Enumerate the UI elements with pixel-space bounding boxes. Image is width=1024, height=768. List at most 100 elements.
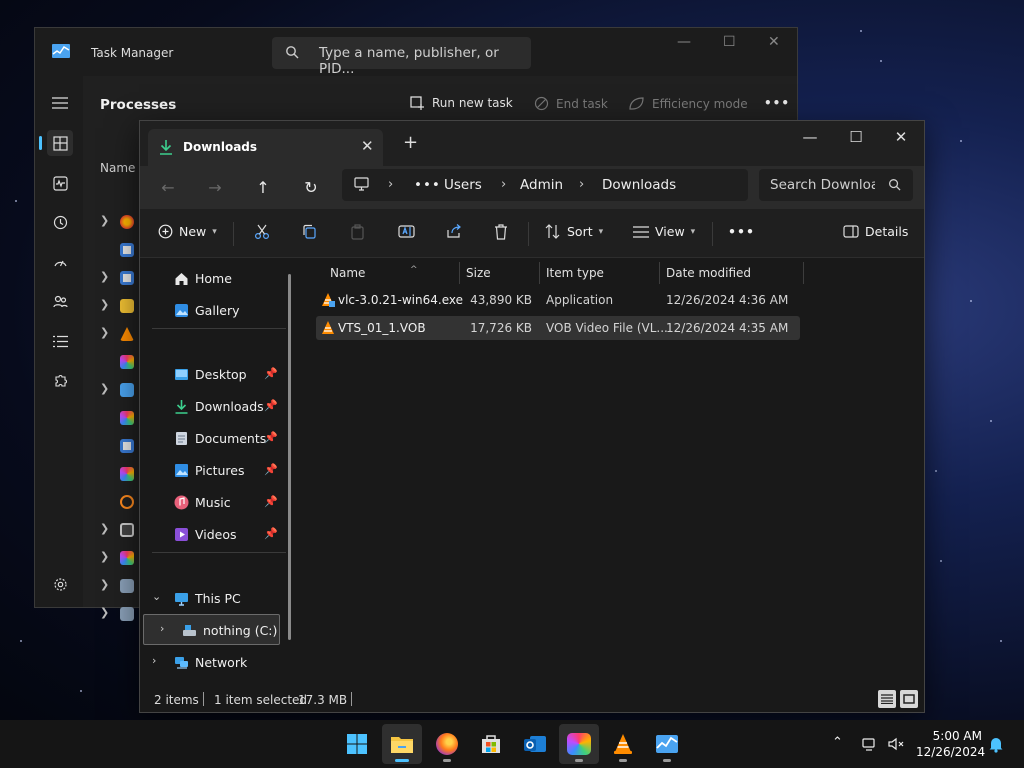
chevron-right-icon[interactable]: ❯ [100,326,109,339]
processes-nav-button[interactable] [39,130,73,156]
users-nav-button[interactable] [47,288,73,314]
process-row[interactable]: ❯ [100,522,140,538]
search-input[interactable]: Search Downloads [759,169,913,201]
pin-icon[interactable]: 📌 [264,367,278,380]
refresh-button[interactable]: ↻ [299,175,323,199]
close-button[interactable]: ✕ [891,128,911,146]
services-nav-button[interactable] [47,368,73,394]
chevron-right-icon[interactable]: ❯ [100,298,109,311]
volume-muted-icon[interactable] [887,736,905,752]
network-status-icon[interactable] [861,736,877,752]
view-button[interactable]: View ▾ [633,224,695,239]
pin-icon[interactable]: 📌 [264,399,278,412]
share-button[interactable] [446,224,462,239]
taskbar-file-explorer[interactable] [382,724,422,764]
nav-item-home[interactable]: Home [150,264,290,292]
delete-button[interactable] [494,224,508,240]
breadcrumb-admin[interactable]: Admin [520,177,563,193]
chevron-right-icon[interactable]: ❯ [100,550,109,563]
maximize-button[interactable]: ☐ [846,128,866,146]
taskbar-firefox[interactable] [427,724,467,764]
process-row[interactable]: ❯ [100,606,140,622]
nav-item-music[interactable]: Music 📌 [150,488,290,516]
process-row[interactable]: ❯ [100,214,140,230]
address-bar[interactable]: › ••• Users › Admin › Downloads [342,169,748,201]
settings-nav-button[interactable] [47,571,73,597]
cut-button[interactable] [254,224,270,240]
efficiency-mode-button[interactable]: Efficiency mode [628,96,748,111]
nav-item-desktop[interactable]: Desktop 📌 [150,360,290,388]
chevron-right-icon[interactable]: ❯ [100,578,109,591]
large-icons-view-button[interactable] [900,690,918,708]
details-nav-button[interactable] [47,328,73,354]
breadcrumb-users[interactable]: Users [444,177,482,193]
breadcrumb-downloads[interactable]: Downloads [602,177,676,193]
new-button[interactable]: New ▾ [158,224,217,239]
up-button[interactable]: ↑ [251,175,275,199]
app-history-nav-button[interactable] [47,209,73,235]
taskbar-vlc[interactable] [603,724,643,764]
process-row[interactable]: ❯ [100,326,140,342]
chevron-right-icon[interactable]: › [388,177,393,192]
nav-item-pictures[interactable]: Pictures 📌 [150,456,290,484]
process-row[interactable] [100,354,140,370]
process-row[interactable] [100,242,140,258]
details-pane-button[interactable]: Details [843,224,908,239]
chevron-right-icon[interactable]: › [152,654,156,667]
end-task-button[interactable]: End task [534,96,608,111]
pin-icon[interactable]: 📌 [264,527,278,540]
maximize-button[interactable]: ☐ [723,34,736,50]
process-row[interactable]: ❯ [100,270,140,286]
process-row[interactable] [100,466,140,482]
process-row[interactable]: ❯ [100,550,140,566]
nav-item-network[interactable]: › Network [150,648,290,676]
new-tab-button[interactable]: + [403,134,418,152]
pin-icon[interactable]: 📌 [264,463,278,476]
more-options-button[interactable]: ••• [728,224,755,239]
pin-icon[interactable]: 📌 [264,431,278,444]
chevron-right-icon[interactable]: ❯ [100,382,109,395]
minimize-button[interactable]: — [677,34,691,50]
system-clock[interactable]: 5:00 AM 12/26/2024 [916,728,985,760]
chevron-right-icon[interactable]: › [160,622,164,635]
process-row[interactable] [100,494,140,510]
process-row[interactable] [100,410,140,426]
column-header-date[interactable]: Date modified [660,262,804,284]
hamburger-menu-button[interactable] [47,90,73,116]
chevron-right-icon[interactable]: › [579,177,584,192]
minimize-button[interactable]: — [800,128,820,146]
tab-downloads[interactable]: Downloads ✕ [148,129,383,166]
more-options-button[interactable]: ••• [764,96,790,110]
file-row[interactable]: vlc-3.0.21-win64.exe 43,890 KB Applicati… [316,288,800,312]
process-row[interactable]: ❯ [100,578,140,594]
chevron-right-icon[interactable]: ❯ [100,522,109,535]
nav-item-videos[interactable]: Videos 📌 [150,520,290,548]
chevron-up-icon[interactable]: ⌃ [832,735,843,750]
nav-item-drive-c[interactable]: › nothing (C:) [143,614,280,645]
run-new-task-button[interactable]: Run new task [410,96,513,110]
chevron-right-icon[interactable]: ❯ [100,606,109,619]
notification-bell-icon[interactable] [988,735,1004,753]
startup-apps-nav-button[interactable] [47,249,73,275]
nav-item-gallery[interactable]: Gallery [150,296,290,324]
nav-item-documents[interactable]: Documents 📌 [150,424,290,452]
forward-button[interactable]: → [203,175,227,199]
taskbar-outlook[interactable] [515,724,555,764]
chevron-down-icon[interactable]: ⌄ [152,590,161,603]
breadcrumb-overflow[interactable]: ••• [414,177,441,193]
process-row[interactable]: ❯ [100,382,140,398]
taskbar-task-manager[interactable] [647,724,687,764]
task-manager-search-input[interactable]: Type a name, publisher, or PID... [272,37,531,77]
chevron-right-icon[interactable]: ❯ [100,270,109,283]
column-header-name[interactable]: Name ^ [324,262,460,284]
taskbar-store[interactable] [471,724,511,764]
chevron-right-icon[interactable]: › [501,177,506,192]
process-row[interactable] [100,438,140,454]
chevron-right-icon[interactable]: ❯ [100,214,109,227]
column-header-size[interactable]: Size [460,262,540,284]
taskbar-creative-cloud[interactable] [559,724,599,764]
file-row[interactable]: VTS_01_1.VOB 17,726 KB VOB Video File (V… [316,316,800,340]
column-header-type[interactable]: Item type [540,262,660,284]
performance-nav-button[interactable] [47,170,73,196]
close-tab-button[interactable]: ✕ [361,137,374,155]
